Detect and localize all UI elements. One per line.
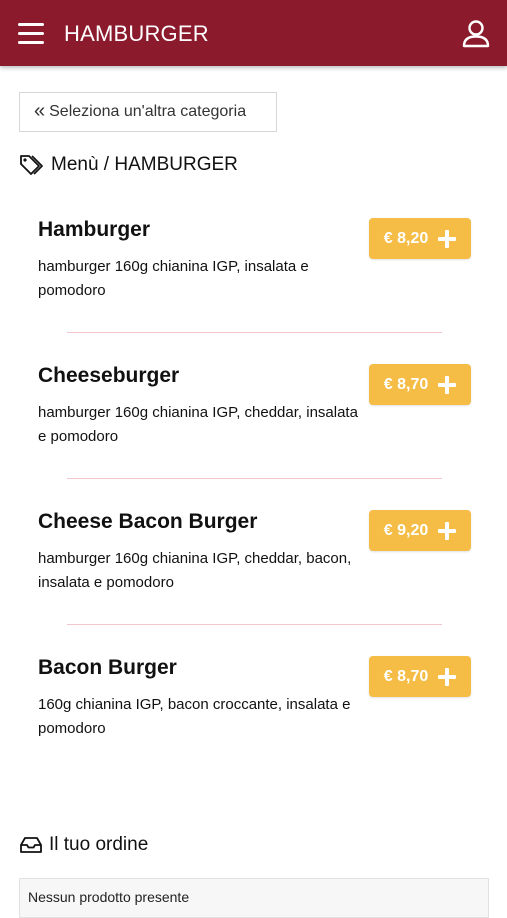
order-title-text: Il tuo ordine (49, 834, 149, 855)
back-button-label: Seleziona un'altra categoria (49, 103, 247, 120)
add-to-order-button[interactable]: € 8,70 (369, 656, 471, 697)
product-price: € 8,70 (383, 667, 429, 685)
product-price: € 8,70 (383, 375, 429, 393)
add-to-order-button[interactable]: € 9,20 (369, 510, 471, 551)
divider (67, 624, 442, 625)
double-chevron-left-icon: « (34, 99, 46, 122)
product-price: € 9,20 (383, 521, 429, 539)
order-box: Nessun prodotto presente (19, 878, 489, 918)
plus-icon (438, 375, 457, 394)
top-app-bar: HAMBURGER (0, 0, 507, 66)
user-icon[interactable] (460, 18, 492, 50)
plus-icon (438, 521, 457, 540)
plus-icon (438, 229, 457, 248)
divider (67, 332, 442, 333)
product-name: Bacon Burger (38, 656, 177, 679)
order-empty-text: Nessun prodotto presente (28, 889, 190, 905)
select-other-category-button[interactable]: « Seleziona un'altra categoria (19, 92, 277, 132)
hamburger-menu-icon[interactable] (18, 22, 44, 44)
add-to-order-button[interactable]: € 8,20 (369, 218, 471, 259)
product-description: hamburger 160g chianina IGP, insalata e … (38, 258, 309, 299)
product-name: Cheeseburger (38, 364, 180, 387)
product-name: Hamburger (38, 218, 151, 241)
add-to-order-button[interactable]: € 8,70 (369, 364, 471, 405)
product-description: hamburger 160g chianina IGP, cheddar, ba… (38, 550, 352, 591)
product-description: 160g chianina IGP, bacon croccante, insa… (38, 696, 351, 737)
breadcrumb-text: Menù / HAMBURGER (51, 154, 238, 175)
product-price: € 8,20 (383, 229, 429, 247)
tags-icon (20, 155, 43, 175)
divider (67, 478, 442, 479)
plus-icon (438, 667, 457, 686)
order-section-title: Il tuo ordine (19, 834, 148, 856)
product-name: Cheese Bacon Burger (38, 510, 258, 533)
breadcrumb: Menù / HAMBURGER (19, 154, 238, 176)
page-title: HAMBURGER (64, 21, 209, 46)
inbox-tray-icon (20, 837, 42, 853)
product-description: hamburger 160g chianina IGP, cheddar, in… (38, 404, 358, 445)
